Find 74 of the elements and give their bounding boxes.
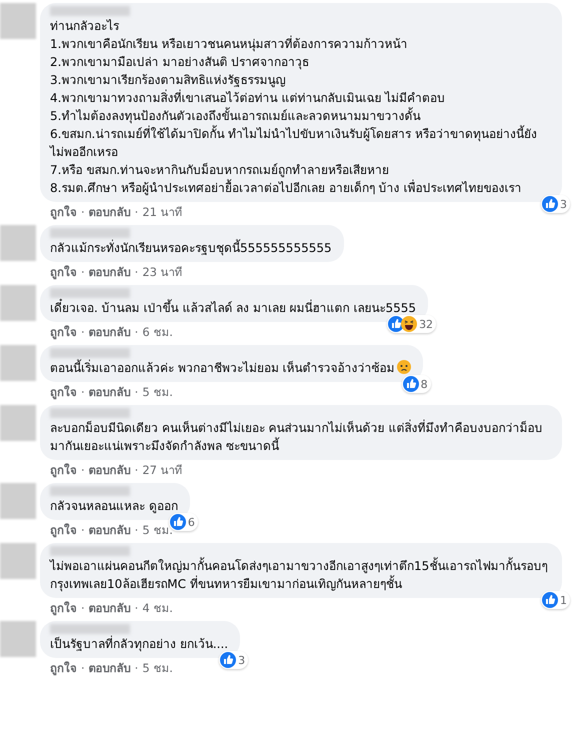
avatar-placeholder [0,543,36,579]
separator-dot: · [134,522,138,538]
thumbs-up-icon [220,652,236,668]
comment-text: ท่านกลัวอะไร [50,18,120,35]
action-link[interactable]: ตอบกลับ [88,600,131,616]
avatar-placeholder [0,345,36,381]
separator-dot: · [81,660,85,676]
action-link[interactable]: ถูกใจ [50,600,77,616]
action-link[interactable]: ถูกใจ [50,204,77,220]
separator-dot: · [81,264,85,280]
action-link[interactable]: ตอบกลับ [88,462,131,478]
separator-dot: · [81,462,85,478]
comment-text: กลัวจนหลอนแหละ ดูออก [50,498,178,515]
action-link[interactable]: ถูกใจ [50,264,77,280]
comment-text: 3.พวกเขามาเรียกร้องตามสิทธิแห่งรัฐธรรมนูญ [50,72,286,89]
action-link[interactable]: ตอบกลับ [88,384,131,400]
avatar-placeholder [0,405,36,441]
thumbs-up-icon [402,376,419,392]
laughing-face-icon [401,316,418,332]
thumbs-up-icon [542,196,558,212]
reaction-badge[interactable]: 1 [541,591,570,609]
action-link[interactable]: ถูกใจ [50,522,77,538]
comment-text: เป็นรัฐบาลที่กลัวทุกอย่าง ยกเว้น.... [50,635,228,653]
separator-dot: · [81,384,85,400]
avatar-placeholder [0,285,36,321]
separator-dot: · [81,204,85,220]
comment-text: 8.รมต.ศึกษา หรือผู้นำประเทศอย่ายื้อเวลาต่อไปอีกเลย อายเด็กๆ บ้าง เพื่อประเทศไทยของเรา [50,179,523,197]
timestamp: 27 นาที [142,462,183,478]
avatar-placeholder [0,225,36,261]
action-link[interactable]: ตอบกลับ [88,522,131,538]
avatar-placeholder [0,483,36,519]
action-link[interactable]: ถูกใจ [50,462,77,478]
action-link[interactable]: ตอบกลับ [88,264,131,280]
separator-dot: · [81,522,85,538]
separator-dot: · [134,324,138,340]
avatar-placeholder [0,3,36,39]
separator-dot: · [134,384,138,400]
comment-text: 4.พวกเขามาทวงถามสิ่งที่เขาเสนอไว้ต่อท่าน แต่ท่านกลับเมินเฉย ไม่มีคำตอบ [50,89,446,107]
comment-text: 1.พวกเขาคือนักเรียน หรือเยาวชนคนหนุ่มสาวที่ต้องการความก้าวหน้า [50,35,408,53]
action-link[interactable]: ถูกใจ [50,660,77,676]
comment-text: 7.หรือ ขสมก.ท่านจะหากินกับม็อบหากรถเมย์ถูกทำลายหรือเสียหาย [50,162,390,179]
reaction-badge[interactable]: 3 [219,651,248,669]
reaction-badge[interactable]: 3 [541,195,570,213]
timestamp: 23 นาที [142,264,183,280]
timestamp: 5 ชม. [142,660,173,676]
timestamp: 21 นาที [142,204,183,220]
comment-text: 5.ทำไมต้องลงทุนป้องกันตัวเองถึงขั้นเอารถเมย์และลวดหนามมาขวางดั้น [50,107,422,125]
reaction-badge[interactable]: 6 [168,513,198,531]
comment-text: 6.ขสมก.น่ารถเมย์ที่ใช้ได้มาปิดกั้น ทำไมไม่นำไปขับหาเงินรับผู้โดยสาร หรือว่าขาดทุนอย่างนี้ยังไม่พออีกเหรอ [50,125,538,161]
comment-text: กลัวแม้กระทั่งนักเรียนหรอคะรฐบชุดนี้555555555555 [50,239,332,257]
separator-dot: · [81,324,85,340]
separator-dot: · [81,600,85,616]
avatar-placeholder [0,621,36,657]
timestamp: 5 ชม. [142,384,173,400]
comment-text: ตอนนี้เริ่มเอาออกแล้วค่ะ พวกอาชีพวะไม่ยอม เห็นตำรวจอ้างว่าซ้อม [50,359,411,377]
reaction-badge[interactable]: 32 [387,315,436,333]
separator-dot: · [134,600,138,616]
comment-text: เดี๋ยวเจอ. บ้านลม เป่าขึ้น แล้วสไลด์ ลง มาเลย ผมนี่ฮาแตก เลยนะ5555 [50,299,416,317]
action-link[interactable]: ถูกใจ [50,384,77,400]
action-link[interactable]: ตอบกลับ [88,204,131,220]
separator-dot: · [134,462,138,478]
thumbs-up-icon [542,592,558,608]
action-link[interactable]: ตอบกลับ [88,660,131,676]
separator-dot: · [134,660,138,676]
reaction-badge[interactable]: 8 [402,375,431,393]
separator-dot: · [134,264,138,280]
timestamp: 4 ชม. [142,600,173,616]
action-link[interactable]: ตอบกลับ [88,324,131,340]
separator-dot: · [134,204,138,220]
action-link[interactable]: ถูกใจ [50,324,77,340]
timestamp: 6 ชม. [142,324,173,340]
comment-text: 2.พวกเขามามือเปล่า มาอย่างสันติ ปราศจากอาวุธ [50,54,310,71]
comment-text: ละบอกม็อบมีนิดเดียว คนเห็นต่างมีไม่เยอะ คนส่วนมากไม่เห็นด้วย แต่สิ่งที่มึงทำคือบงบอกว่าม็อบมากันเยอะแน่เพราะมึงจัดกำลังพล ซะขนาดนี้ [50,419,544,455]
comment-text: ไม่พอเอาแผ่นคอนกีตใหญ่มากั้นคอนโดส่งๆเอามาขวางอีกเอาสูงๆเท่าตึก15ชั้นเอารถไฟมากั้นรอบๆกรุงเทพเลย10ล้อเฮียรถMC ที่ขนทหารยืมเขามาก่อนเทิญกันหลายๆชั้น [50,557,548,593]
